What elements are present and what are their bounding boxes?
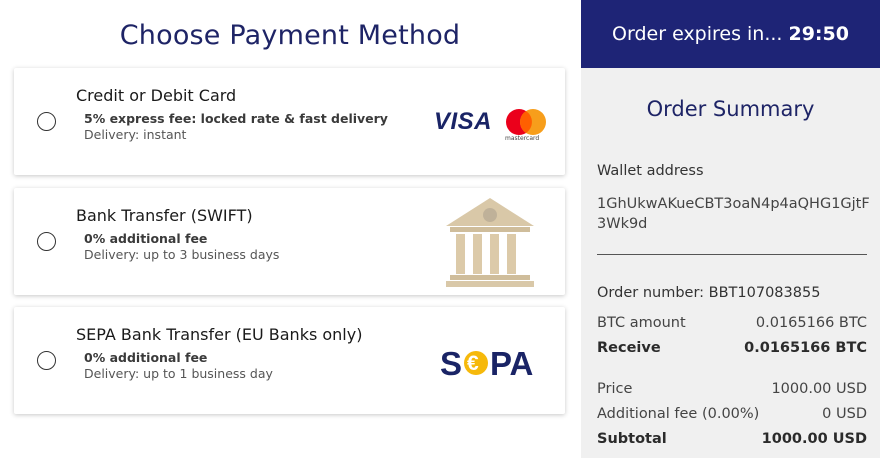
expiry-label: Order expires in... [612, 23, 783, 45]
summary-title: Order Summary [646, 97, 815, 121]
order-expiry-banner: Order expires in... 29:50 [581, 0, 880, 68]
payment-methods-panel: Choose Payment Method Credit or Debit Ca… [0, 0, 580, 458]
row-value: 1000.00 USD [771, 381, 867, 397]
row-label: Additional fee (0.00%) [597, 406, 760, 422]
payment-option-card[interactable]: Credit or Debit Card 5% express fee: loc… [14, 68, 565, 175]
row-label: BTC amount [597, 315, 686, 331]
payment-option-fee: 0% additional fee [84, 350, 208, 365]
payment-option-fee: 5% express fee: locked rate & fast deliv… [84, 111, 388, 126]
summary-row: BTC amount 0.0165166 BTC [597, 315, 867, 335]
wallet-address: 1GhUkwAKueCBT3oaN4p4aQHG1GjtF3Wk9d [597, 196, 870, 232]
svg-text:€: € [467, 352, 479, 375]
row-value: 1000.00 USD [761, 431, 867, 447]
payment-option-title: Bank Transfer (SWIFT) [76, 206, 253, 225]
order-summary-panel: Order expires in... 29:50 Order Summary … [581, 0, 880, 458]
payment-option-delivery: Delivery: instant [84, 127, 187, 142]
row-label: Price [597, 381, 633, 397]
sepa-logo: S € PA [440, 345, 533, 382]
expiry-timer: 29:50 [788, 23, 849, 45]
row-label: Receive [597, 340, 661, 356]
row-value: 0.0165166 BTC [755, 315, 867, 331]
payment-option-title: Credit or Debit Card [76, 86, 237, 105]
row-value: 0.0165166 BTC [744, 340, 867, 356]
row-value: 0 USD [822, 406, 867, 422]
radio-icon[interactable] [37, 232, 56, 251]
bank-icon [446, 198, 534, 287]
radio-icon[interactable] [37, 351, 56, 370]
page-title: Choose Payment Method [119, 20, 461, 51]
payment-option-card[interactable]: Bank Transfer (SWIFT) 0% additional fee … [14, 188, 565, 295]
payment-option-delivery: Delivery: up to 1 business day [84, 366, 273, 381]
summary-row: Additional fee (0.00%) 0 USD [597, 406, 867, 426]
payment-option-fee: 0% additional fee [84, 231, 208, 246]
sepa-pa: PA [490, 345, 533, 382]
visa-logo: VISA [434, 108, 493, 135]
summary-row: Price 1000.00 USD [597, 381, 867, 401]
sepa-s: S [440, 345, 462, 382]
order-number: Order number: BBT107083855 [597, 285, 821, 301]
radio-icon[interactable] [37, 112, 56, 131]
divider [597, 254, 867, 255]
summary-row: Receive 0.0165166 BTC [597, 340, 867, 360]
payment-option-card[interactable]: SEPA Bank Transfer (EU Banks only) 0% ad… [14, 307, 565, 414]
wallet-label: Wallet address [597, 163, 704, 179]
payment-option-delivery: Delivery: up to 3 business days [84, 247, 280, 262]
mastercard-label: mastercard [505, 135, 540, 142]
payment-option-title: SEPA Bank Transfer (EU Banks only) [76, 325, 363, 344]
summary-row: Subtotal 1000.00 USD [597, 431, 867, 451]
row-label: Subtotal [597, 431, 667, 447]
